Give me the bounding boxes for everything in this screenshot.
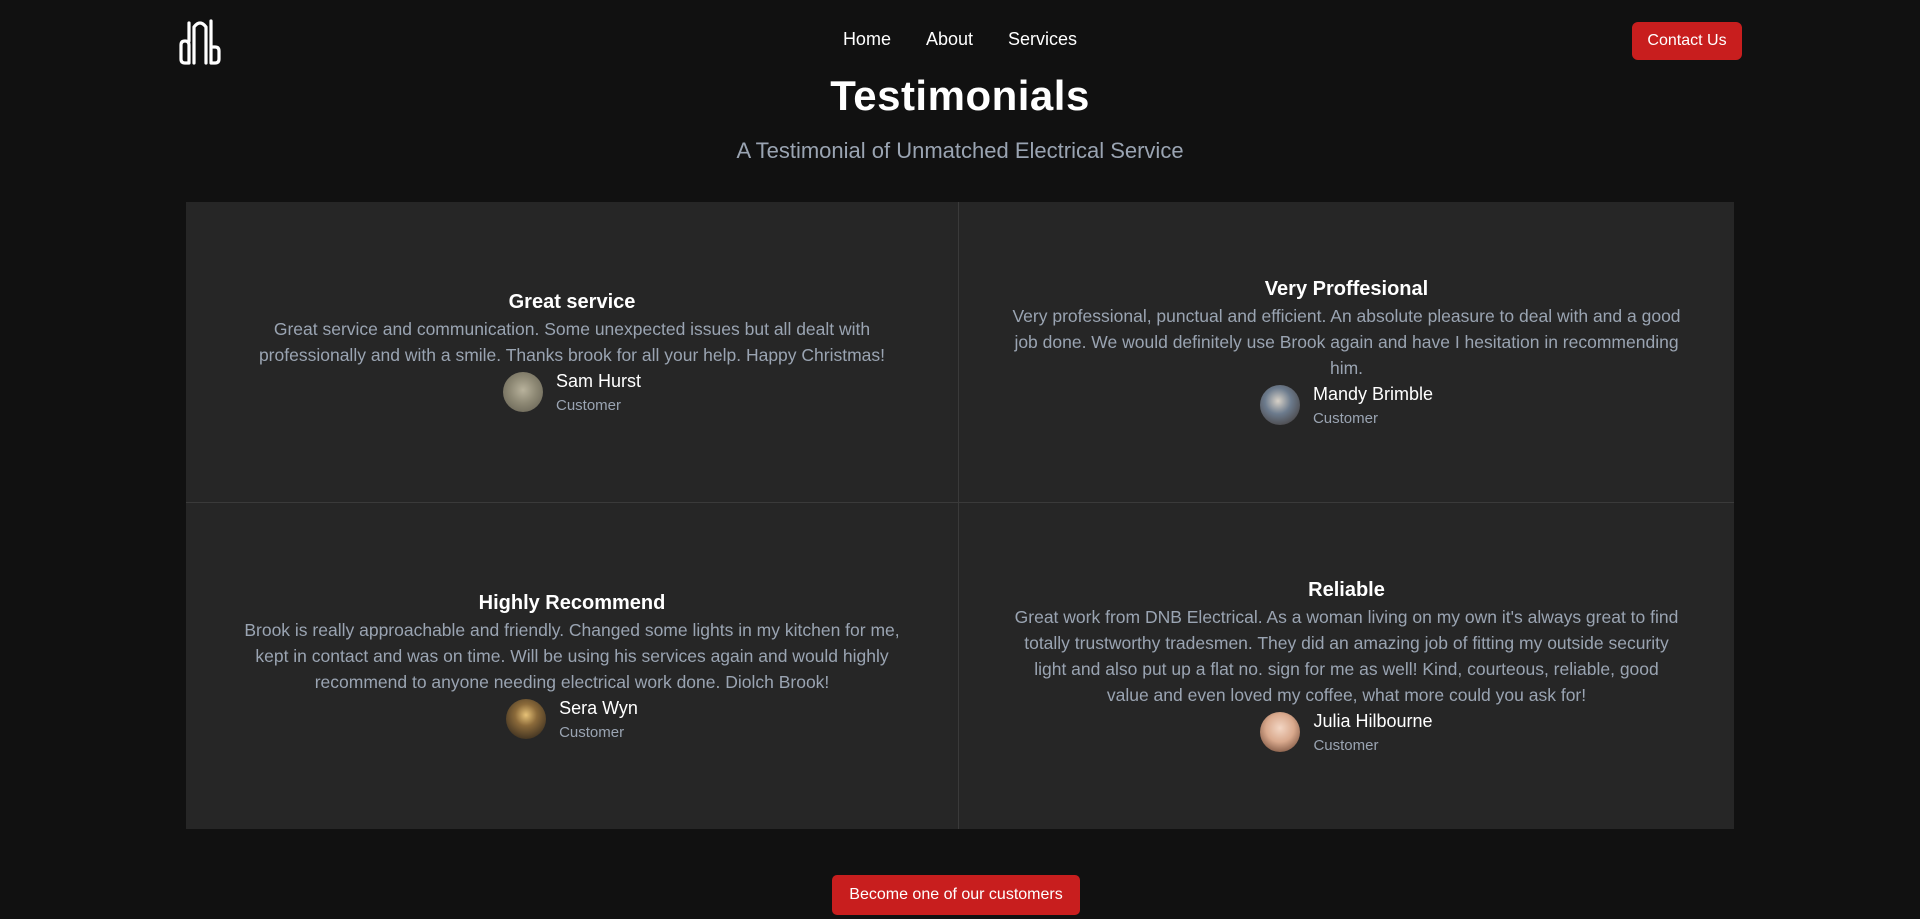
testimonial-card: Reliable Great work from DNB Electrical.… (959, 503, 1734, 829)
testimonial-title: Reliable (1308, 579, 1385, 601)
testimonial-title: Great service (508, 291, 636, 313)
nav-about[interactable]: About (926, 29, 973, 49)
avatar (502, 372, 543, 412)
page-title: Testimonials (830, 72, 1090, 119)
testimonial-card: Highly Recommend Brook is really approac… (186, 503, 958, 829)
testimonial-author: Julia Hilbourne Customer (1260, 710, 1433, 754)
testimonial-author: Mandy Brimble Customer (1259, 383, 1434, 427)
testimonial-text: Very professional, punctual and efficien… (1012, 306, 1681, 378)
author-role: Customer (555, 397, 622, 414)
testimonial-text: Brook is really approachable and friendl… (244, 620, 900, 692)
become-customer-button[interactable]: Become one of our customers (832, 875, 1080, 915)
author-name: Julia Hilbourne (1313, 711, 1433, 731)
testimonial-text: Great service and communication. Some un… (258, 319, 886, 365)
author-role: Customer (559, 724, 625, 741)
author-name: Sera Wyn (559, 698, 638, 718)
testimonial-title: Very Proffesional (1264, 278, 1429, 300)
testimonials-grid: Great service Great service and communic… (186, 202, 1734, 829)
testimonial-title: Highly Recommend (478, 592, 666, 614)
nav-services[interactable]: Services (1008, 29, 1077, 49)
testimonial-author: Sera Wyn Customer (506, 697, 638, 741)
testimonial-text: Great work from DNB Electrical. As a wom… (1014, 607, 1679, 705)
avatar (506, 699, 547, 739)
contact-us-button[interactable]: Contact Us (1632, 22, 1742, 60)
testimonial-card: Very Proffesional Very professional, pun… (959, 202, 1734, 502)
avatar (1260, 712, 1301, 752)
author-role: Customer (1313, 737, 1379, 754)
author-name: Sam Hurst (555, 371, 642, 391)
testimonial-author: Sam Hurst Customer (502, 370, 642, 414)
author-name: Mandy Brimble (1312, 384, 1434, 404)
nav-home[interactable]: Home (843, 29, 891, 49)
page-subtitle: A Testimonial of Unmatched Electrical Se… (736, 138, 1184, 163)
author-role: Customer (1312, 410, 1378, 427)
avatar (1259, 385, 1300, 425)
testimonial-card: Great service Great service and communic… (186, 202, 958, 502)
